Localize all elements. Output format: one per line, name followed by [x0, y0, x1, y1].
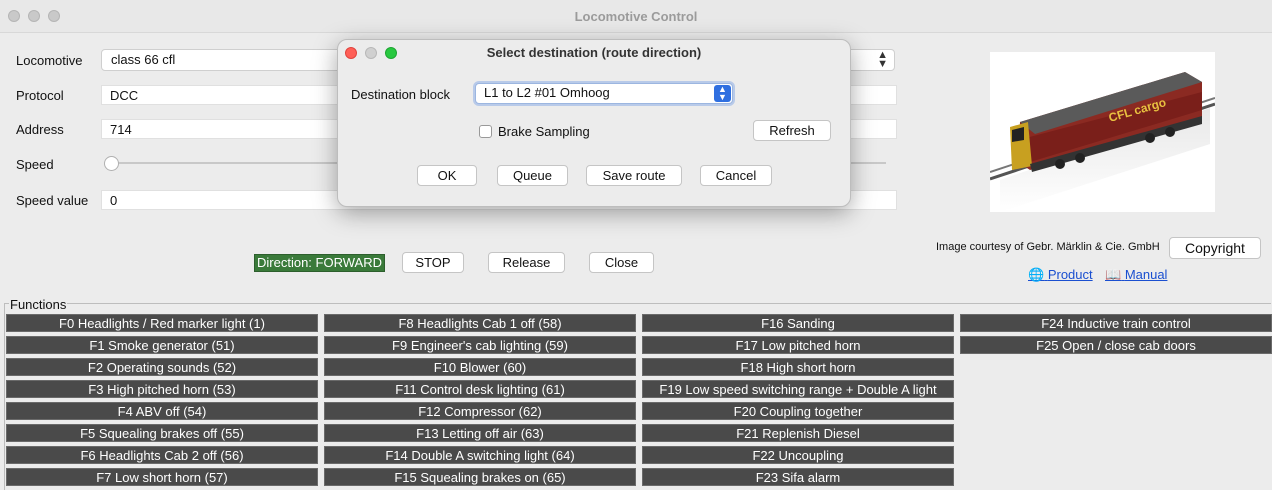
destination-block-label: Destination block: [351, 87, 450, 102]
function-button[interactable]: F18 High short horn: [642, 358, 954, 376]
direction-toggle[interactable]: Direction: FORWARD: [254, 254, 385, 272]
speed-label: Speed: [16, 157, 54, 172]
function-button[interactable]: F9 Engineer's cab lighting (59): [324, 336, 636, 354]
speed-value-label: Speed value: [16, 193, 89, 208]
function-button[interactable]: F15 Squealing brakes on (65): [324, 468, 636, 486]
function-button[interactable]: F17 Low pitched horn: [642, 336, 954, 354]
function-button[interactable]: F8 Headlights Cab 1 off (58): [324, 314, 636, 332]
function-button[interactable]: F21 Replenish Diesel: [642, 424, 954, 442]
brake-sampling-label: Brake Sampling: [498, 124, 590, 139]
brake-sampling-checkbox[interactable]: [479, 125, 492, 138]
function-button[interactable]: F2 Operating sounds (52): [6, 358, 318, 376]
window-title: Locomotive Control: [574, 9, 698, 24]
function-button[interactable]: F22 Uncoupling: [642, 446, 954, 464]
manual-link[interactable]: 📖 Manual: [1105, 267, 1167, 283]
function-button[interactable]: F13 Letting off air (63): [324, 424, 636, 442]
updown-chevron-icon: ▲ ▼: [877, 49, 888, 70]
function-button[interactable]: F23 Sifa alarm: [642, 468, 954, 486]
locomotive-illustration: CFL cargo: [990, 72, 1215, 212]
function-button[interactable]: F3 High pitched horn (53): [6, 380, 318, 398]
function-button[interactable]: F6 Headlights Cab 2 off (56): [6, 446, 318, 464]
locomotive-label: Locomotive: [16, 53, 83, 68]
function-button[interactable]: F4 ABV off (54): [6, 402, 318, 420]
address-label: Address: [16, 122, 64, 137]
globe-icon: 🌐: [1028, 267, 1045, 282]
product-link-label: Product: [1047, 267, 1093, 282]
ok-button[interactable]: OK: [417, 165, 477, 186]
manual-link-label: Manual: [1124, 267, 1168, 282]
function-button[interactable]: F16 Sanding: [642, 314, 954, 332]
product-link[interactable]: 🌐 Product: [1028, 267, 1093, 283]
stop-button[interactable]: STOP: [402, 252, 464, 273]
function-button[interactable]: F19 Low speed switching range + Double A…: [642, 380, 954, 398]
select-destination-dialog: Select destination (route direction) Des…: [337, 39, 851, 207]
function-button[interactable]: F1 Smoke generator (51): [6, 336, 318, 354]
refresh-button[interactable]: Refresh: [753, 120, 831, 141]
dialog-title: Select destination (route direction): [486, 45, 702, 60]
save-route-button[interactable]: Save route: [586, 165, 682, 186]
destination-block-select[interactable]: L1 to L2 #01 Omhoog ▲ ▼: [475, 83, 733, 104]
function-button[interactable]: F0 Headlights / Red marker light (1): [6, 314, 318, 332]
function-button[interactable]: F7 Low short horn (57): [6, 468, 318, 486]
cancel-button[interactable]: Cancel: [700, 165, 772, 186]
book-icon: 📖: [1105, 267, 1122, 282]
functions-legend: Functions: [9, 297, 68, 312]
function-button[interactable]: F10 Blower (60): [324, 358, 636, 376]
locomotive-image: CFL cargo: [990, 52, 1215, 212]
window-titlebar: Locomotive Control: [0, 0, 1272, 33]
speed-slider-knob[interactable]: [104, 156, 119, 171]
queue-button[interactable]: Queue: [497, 165, 568, 186]
function-button[interactable]: F25 Open / close cab doors: [960, 336, 1272, 354]
updown-chevron-icon: ▲ ▼: [714, 85, 731, 102]
function-button[interactable]: F14 Double A switching light (64): [324, 446, 636, 464]
close-button[interactable]: Close: [589, 252, 654, 273]
function-button[interactable]: F20 Coupling together: [642, 402, 954, 420]
function-button[interactable]: F5 Squealing brakes off (55): [6, 424, 318, 442]
function-button[interactable]: F11 Control desk lighting (61): [324, 380, 636, 398]
protocol-label: Protocol: [16, 88, 64, 103]
copyright-button[interactable]: Copyright: [1169, 237, 1261, 259]
function-button[interactable]: F12 Compressor (62): [324, 402, 636, 420]
release-button[interactable]: Release: [488, 252, 565, 273]
locomotive-select-value: class 66 cfl: [111, 52, 176, 67]
destination-block-value: L1 to L2 #01 Omhoog: [484, 85, 610, 100]
image-credit: Image courtesy of Gebr. Märklin & Cie. G…: [936, 241, 1160, 253]
function-button[interactable]: F24 Inductive train control: [960, 314, 1272, 332]
